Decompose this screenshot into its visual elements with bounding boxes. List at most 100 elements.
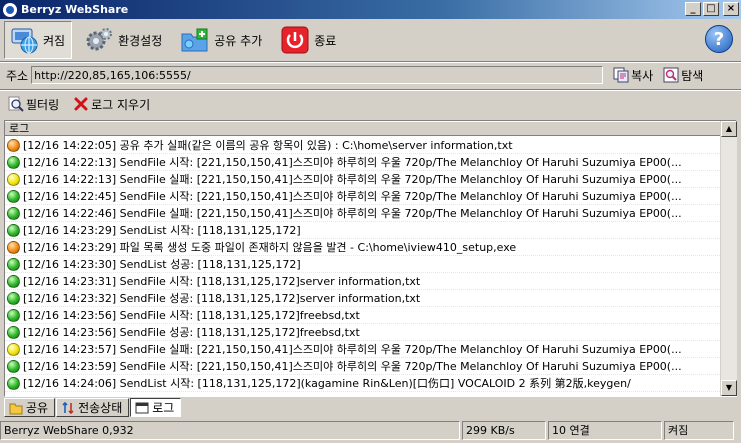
status-dot-icon — [7, 172, 20, 186]
search-icon — [8, 96, 24, 112]
log-row[interactable]: [12/16 14:23:31] SendFile 시작: [118,131,1… — [5, 273, 720, 290]
status-dot-icon — [7, 274, 20, 288]
explore-button[interactable]: 탐색 — [663, 67, 703, 84]
help-icon: ? — [713, 29, 725, 50]
log-header-label: 로그 — [9, 122, 30, 135]
toolbar-divider — [0, 61, 741, 63]
network-globe-icon — [11, 28, 38, 54]
status-dot-icon — [7, 291, 20, 305]
log-row[interactable]: [12/16 14:23:32] SendFile 성공: [118,131,1… — [5, 290, 720, 307]
help-button[interactable]: ? — [705, 25, 733, 53]
status-dot-icon — [7, 325, 20, 339]
filter-label: 필터링 — [26, 97, 60, 112]
status-speed: 299 KB/s — [462, 421, 546, 440]
scroll-down-button[interactable]: ▼ — [721, 380, 737, 396]
log-text: [12/16 14:23:31] SendFile 시작: [118,131,1… — [23, 275, 421, 288]
log-row[interactable]: [12/16 14:23:30] SendList 성공: [118,131,1… — [5, 256, 720, 273]
status-dot-icon — [7, 138, 20, 152]
log-row[interactable]: [12/16 14:24:06] SendList 시작: [118,131,1… — [5, 375, 720, 392]
status-connections: 10 연결 — [548, 421, 662, 440]
transfer-arrows-icon — [62, 401, 74, 414]
tab-transfer[interactable]: 전송상태 — [56, 398, 130, 417]
filter-button[interactable]: 필터링 — [8, 96, 59, 113]
log-text: [12/16 14:23:30] SendList 성공: [118,131,1… — [23, 258, 301, 271]
log-text: [12/16 14:23:56] SendFile 성공: [118,131,1… — [23, 326, 360, 339]
status-dot-icon — [7, 376, 20, 390]
log-row[interactable]: [12/16 14:23:56] SendFile 시작: [118,131,1… — [5, 307, 720, 324]
add-share-label: 공유 추가 — [214, 33, 263, 48]
scroll-track[interactable] — [721, 137, 737, 380]
status-dot-icon — [7, 189, 20, 203]
copy-button[interactable]: 복사 — [613, 67, 653, 84]
status-state: 켜짐 — [664, 421, 734, 440]
magnifier-icon — [663, 67, 679, 83]
log-text: [12/16 14:22:46] SendFile 실패: [221,150,1… — [23, 207, 682, 220]
log-text: [12/16 14:22:45] SendFile 시작: [221,150,1… — [23, 190, 682, 203]
log-text: [12/16 14:22:13] SendFile 실패: [221,150,1… — [23, 173, 682, 186]
address-divider — [0, 89, 741, 91]
log-text: [12/16 14:23:59] SendFile 시작: [221,150,1… — [23, 360, 682, 373]
exit-button[interactable]: 종료 — [276, 21, 342, 59]
status-app-version: Berryz WebShare 0,932 — [0, 421, 460, 440]
clear-log-label: 로그 지우기 — [91, 97, 151, 112]
status-dot-icon — [7, 240, 20, 254]
log-text: [12/16 14:23:56] SendFile 시작: [118,131,1… — [23, 309, 360, 322]
tab-share-label: 공유 — [26, 401, 49, 415]
log-panel: 로그 [12/16 14:22:05] 공유 추가 실패(같은 이름의 공유 항… — [4, 120, 737, 397]
delete-x-icon — [74, 97, 88, 111]
status-dot-icon — [7, 155, 20, 169]
minimize-button[interactable]: _ — [685, 2, 701, 16]
log-text: [12/16 14:22:13] SendFile 시작: [221,150,1… — [23, 156, 682, 169]
clear-log-button[interactable]: 로그 지우기 — [73, 96, 150, 113]
bottom-tabs: 공유 전송상태 로그 — [4, 398, 182, 418]
close-button[interactable]: × — [723, 2, 739, 16]
scroll-up-button[interactable]: ▲ — [721, 121, 737, 137]
exit-label: 종료 — [314, 33, 337, 48]
tab-log-label: 로그 — [152, 401, 175, 415]
log-column-header[interactable]: 로그 — [5, 121, 736, 136]
add-share-button[interactable]: 공유 추가 — [176, 21, 268, 59]
log-window-icon — [135, 402, 149, 413]
window-controls: _ □ × — [685, 2, 739, 16]
status-bar: Berryz WebShare 0,932 299 KB/s 10 연결 켜짐 — [0, 420, 741, 441]
status-dot-icon — [7, 359, 20, 373]
log-row[interactable]: [12/16 14:23:29] SendList 시작: [118,131,1… — [5, 222, 720, 239]
log-row[interactable]: [12/16 14:23:59] SendFile 시작: [221,150,1… — [5, 358, 720, 375]
status-dot-icon — [7, 308, 20, 322]
log-row[interactable]: [12/16 14:22:13] SendFile 실패: [221,150,1… — [5, 171, 720, 188]
settings-label: 환경설정 — [118, 33, 163, 48]
filter-bar: 필터링 로그 지우기 — [0, 93, 741, 115]
log-row[interactable]: [12/16 14:22:45] SendFile 시작: [221,150,1… — [5, 188, 720, 205]
log-text: [12/16 14:23:32] SendFile 성공: [118,131,1… — [23, 292, 421, 305]
log-scrollbar[interactable]: ▲ ▼ — [720, 121, 737, 396]
log-list[interactable]: [12/16 14:22:05] 공유 추가 실패(같은 이름의 공유 항목이 … — [5, 137, 720, 396]
log-row[interactable]: [12/16 14:22:05] 공유 추가 실패(같은 이름의 공유 항목이 … — [5, 137, 720, 154]
app-icon — [3, 2, 17, 17]
settings-button[interactable]: 환경설정 — [80, 21, 168, 59]
log-text: [12/16 14:24:06] SendList 시작: [118,131,1… — [23, 377, 631, 390]
log-text: [12/16 14:23:29] SendList 시작: [118,131,1… — [23, 224, 301, 237]
power-icon — [281, 26, 309, 54]
address-label: 주소 — [6, 68, 29, 83]
add-folder-icon — [181, 28, 208, 52]
tab-share[interactable]: 공유 — [4, 398, 56, 417]
address-field[interactable] — [31, 66, 604, 84]
window-title: Berryz WebShare — [21, 3, 129, 16]
copy-icon — [613, 67, 629, 83]
log-row[interactable]: [12/16 14:22:46] SendFile 실패: [221,150,1… — [5, 205, 720, 222]
copy-label: 복사 — [631, 68, 654, 83]
log-row[interactable]: [12/16 14:23:56] SendFile 성공: [118,131,1… — [5, 324, 720, 341]
main-toolbar: 켜짐 환경설정 공유 추가 종료 ? — [0, 19, 741, 61]
tab-transfer-label: 전송상태 — [78, 401, 123, 415]
log-row[interactable]: [12/16 14:22:13] SendFile 시작: [221,150,1… — [5, 154, 720, 171]
gear-icon — [86, 28, 113, 51]
log-text: [12/16 14:23:57] SendFile 실패: [221,150,1… — [23, 343, 682, 356]
log-row[interactable]: [12/16 14:23:57] SendFile 실패: [221,150,1… — [5, 341, 720, 358]
status-dot-icon — [7, 206, 20, 220]
maximize-button[interactable]: □ — [703, 2, 719, 16]
tab-log[interactable]: 로그 — [130, 398, 182, 417]
explore-label: 탐색 — [681, 68, 704, 83]
start-button[interactable]: 켜짐 — [4, 21, 73, 59]
status-dot-icon — [7, 342, 20, 356]
log-row[interactable]: [12/16 14:23:29] 파일 목록 생성 도중 파일이 존재하지 않음… — [5, 239, 720, 256]
